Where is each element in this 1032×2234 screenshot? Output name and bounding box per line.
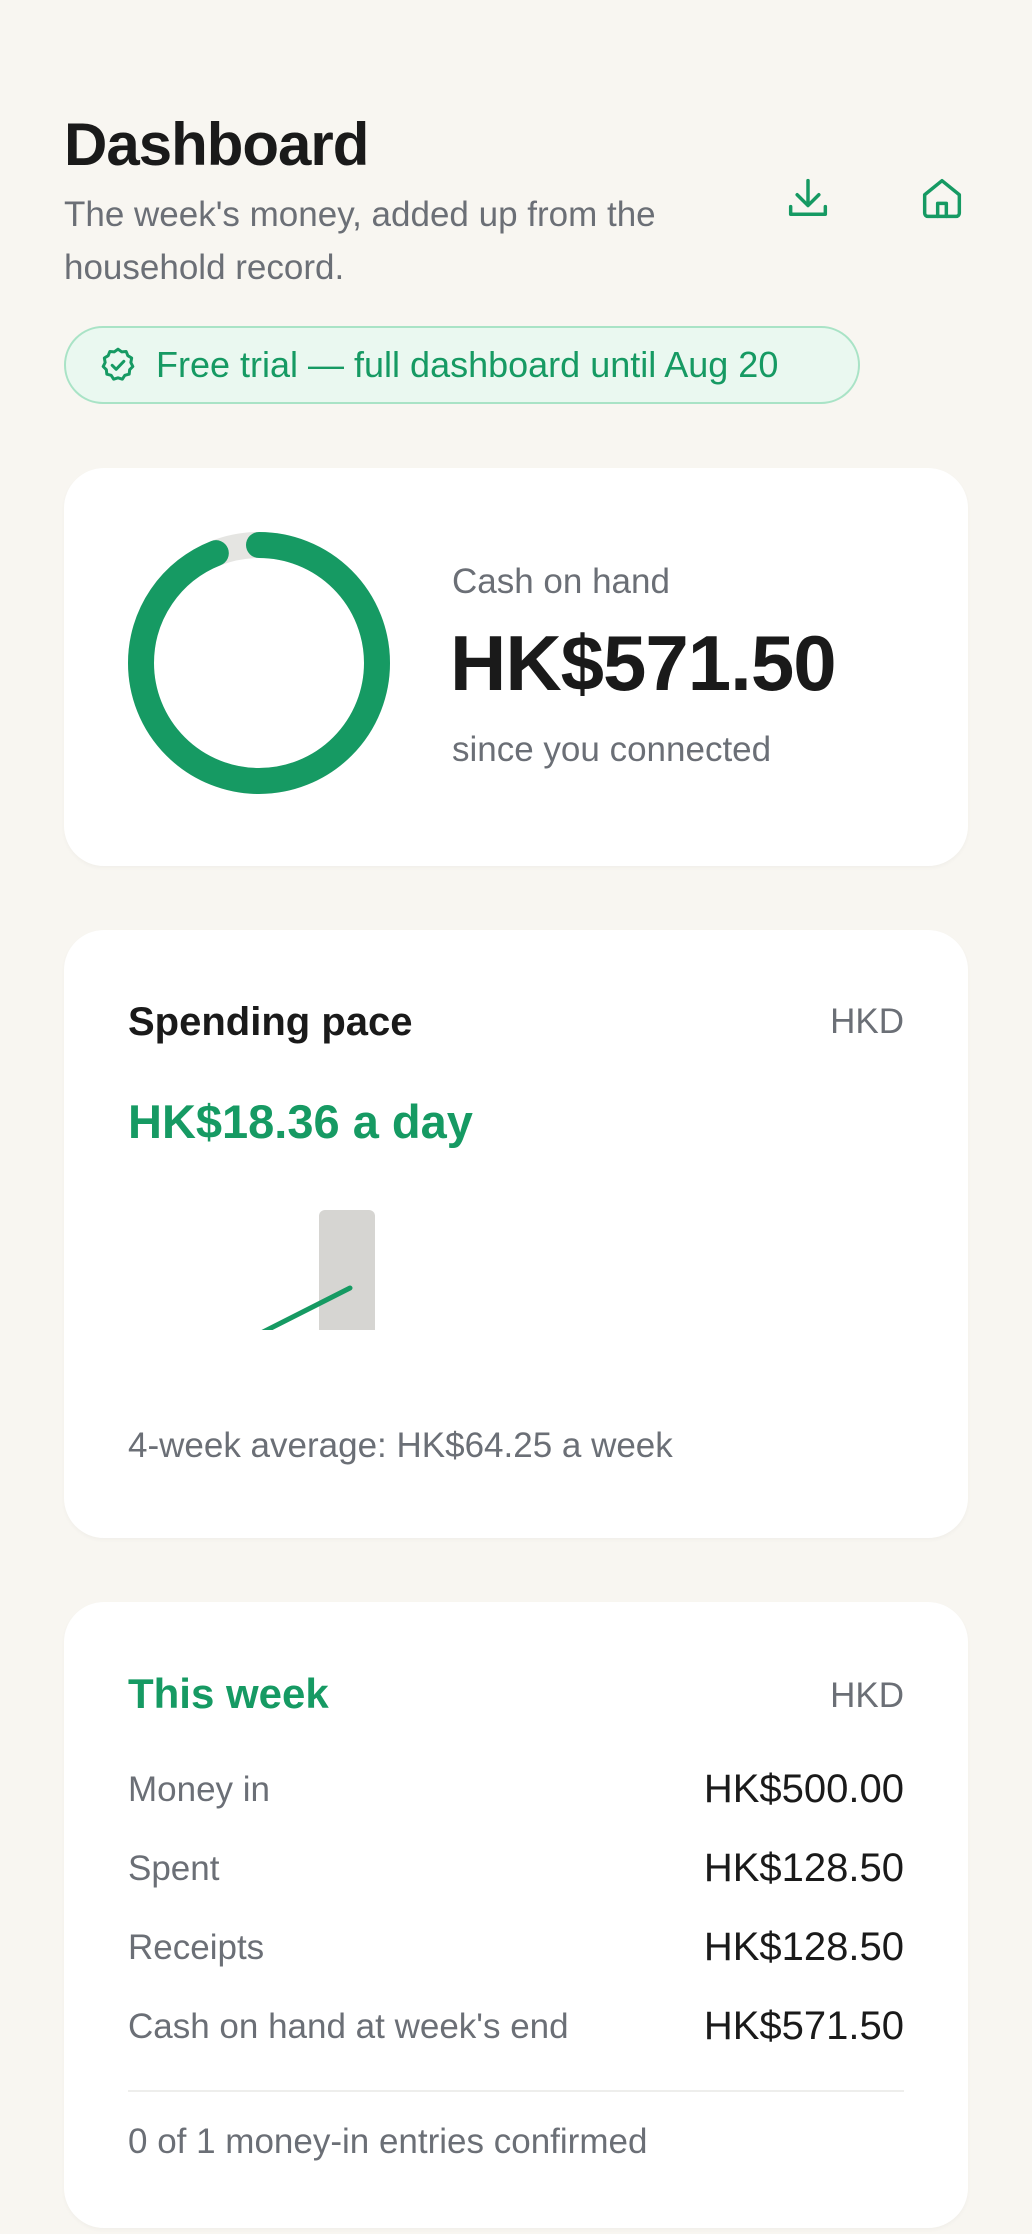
this-week-rows: Money in HK$500.00 Spent HK$128.50 Recei…	[128, 1750, 904, 2066]
page-subtitle: The week's money, added up from the hous…	[64, 195, 656, 287]
badge-check-icon	[101, 347, 135, 381]
this-week-currency: HKD	[830, 1676, 904, 1715]
download-button[interactable]	[782, 172, 834, 224]
row-value: HK$128.50	[703, 1925, 904, 1969]
spending-rate: HK$18.36 a day	[128, 1095, 473, 1148]
spending-bar	[319, 1210, 375, 1330]
home-icon	[922, 178, 962, 219]
spending-sparkline	[261, 1210, 375, 1330]
row-label: Money in	[128, 1769, 271, 1809]
row-label: Receipts	[128, 1927, 265, 1967]
ring-progress	[128, 532, 390, 794]
this-week-row-money-in: Money in HK$500.00	[128, 1750, 904, 1829]
this-week-title: This week	[128, 1670, 329, 1717]
divider	[128, 2090, 904, 2092]
row-label: Cash on hand at week's end	[128, 2006, 569, 2046]
header-actions	[782, 172, 968, 224]
page-header: Dashboard The week's money, added up fro…	[64, 112, 968, 294]
spending-pace-card: Spending pace HKD HK$18.36 a day 4-week …	[64, 930, 968, 1538]
spending-average: 4-week average: HK$64.25 a week	[128, 1426, 673, 1465]
spending-pace-title: Spending pace	[128, 1000, 413, 1044]
this-week-row-spent: Spent HK$128.50	[128, 1829, 904, 1908]
cash-label: Cash on hand	[452, 562, 670, 601]
download-icon	[788, 178, 828, 216]
this-week-row-receipts: Receipts HK$128.50	[128, 1908, 904, 1987]
this-week-card: This week HKD Money in HK$500.00 Spent H…	[64, 1602, 968, 2228]
cash-subtext: since you connected	[452, 730, 772, 769]
free-trial-banner[interactable]: Free trial — full dashboard until Aug 20	[64, 326, 860, 404]
cash-on-hand-card: Cash on hand HK$571.50 since you connect…	[64, 468, 968, 866]
row-value: HK$128.50	[703, 1846, 904, 1890]
row-label: Spent	[128, 1848, 220, 1888]
cash-value: HK$571.50	[450, 619, 837, 707]
spending-currency: HKD	[830, 1002, 904, 1041]
row-value: HK$571.50	[703, 2004, 904, 2048]
this-week-row-cash-end: Cash on hand at week's end HK$571.50	[128, 1987, 904, 2066]
row-value: HK$500.00	[703, 1767, 904, 1811]
confirmation-status: 0 of 1 money-in entries confirmed	[128, 2122, 648, 2161]
cash-progress-ring	[128, 532, 390, 794]
page-title: Dashboard	[64, 111, 369, 178]
home-button[interactable]	[916, 172, 968, 224]
free-trial-text: Free trial — full dashboard until Aug 20	[156, 344, 779, 385]
